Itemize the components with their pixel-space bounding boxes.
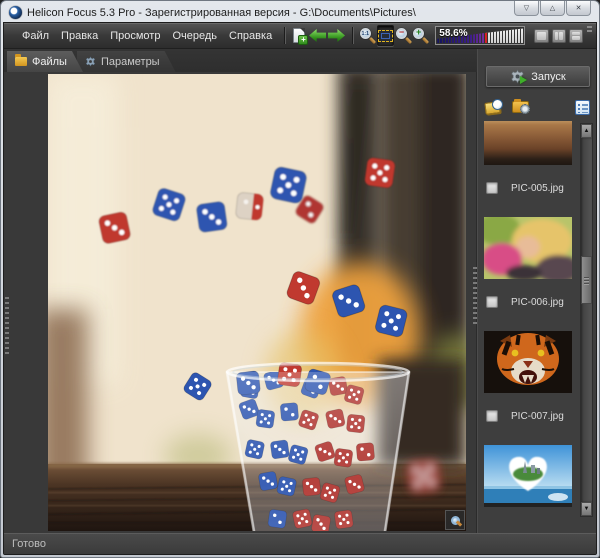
tab-parameters-label: Параметры bbox=[101, 56, 160, 68]
menu-view[interactable]: Просмотр bbox=[104, 27, 166, 45]
menu-bar: Файл Правка Просмотр Очередь Справка bbox=[4, 27, 278, 45]
fit-screen-button[interactable] bbox=[377, 25, 394, 46]
zoom-in-button[interactable]: + bbox=[413, 25, 428, 46]
title-bar[interactable]: Helicon Focus 5.3 Pro - Зарегистрированн… bbox=[3, 3, 597, 22]
layout-split-vertical-button[interactable] bbox=[552, 29, 566, 43]
gear-icon bbox=[85, 56, 96, 67]
app-body: Файл Правка Просмотр Очередь Справка 1:1… bbox=[3, 22, 597, 555]
tiger-face-thumb bbox=[484, 331, 572, 393]
thumbnail-4[interactable] bbox=[484, 445, 572, 507]
zoom-actual-button[interactable]: 1:1 bbox=[360, 25, 375, 46]
app-window: Helicon Focus 5.3 Pro - Зарегистрированн… bbox=[0, 0, 600, 558]
dice-photo bbox=[48, 74, 466, 531]
scroll-up-button[interactable]: ▲ bbox=[581, 124, 592, 138]
helicon-logo-icon bbox=[9, 6, 22, 19]
open-folder-icon[interactable] bbox=[512, 101, 529, 113]
zoom-level-value: 58.6% bbox=[439, 28, 467, 39]
zoom-navigator-button[interactable] bbox=[445, 510, 465, 530]
file-row-2: PIC-006.jpg bbox=[486, 295, 577, 309]
tab-files-label: Файлы bbox=[32, 56, 67, 68]
file-name-1: PIC-005.jpg bbox=[511, 183, 564, 194]
next-arrow-icon bbox=[328, 29, 345, 42]
maximize-button[interactable]: △ bbox=[540, 1, 565, 16]
toolbar-overflow-handle[interactable] bbox=[587, 26, 592, 40]
viewer-pane: Файлы Параметры bbox=[4, 49, 477, 533]
layout-split-horizontal-button[interactable] bbox=[569, 29, 583, 43]
next-image-button[interactable] bbox=[328, 25, 345, 46]
sidebar-splitter-handle[interactable] bbox=[473, 267, 477, 327]
file-checkbox-2[interactable] bbox=[486, 296, 498, 308]
layout-single-icon bbox=[537, 32, 545, 40]
thumbnail-3[interactable] bbox=[484, 331, 572, 393]
tab-bar: Файлы Параметры bbox=[4, 49, 477, 72]
main-content: Файлы Параметры bbox=[4, 49, 596, 533]
file-checkbox-1[interactable] bbox=[486, 182, 498, 194]
file-checkbox-3[interactable] bbox=[486, 410, 498, 422]
minimize-icon: ▽ bbox=[524, 4, 529, 12]
preview-photo bbox=[48, 74, 466, 531]
file-list-view-icon[interactable] bbox=[575, 100, 590, 115]
sidebar-toolbar bbox=[485, 97, 590, 117]
zoom-actual-icon: 1:1 bbox=[360, 28, 375, 43]
tab-parameters[interactable]: Параметры bbox=[77, 51, 176, 72]
layout-single-button[interactable] bbox=[534, 29, 548, 43]
status-bar: Готово bbox=[4, 533, 596, 554]
window-title: Helicon Focus 5.3 Pro - Зарегистрированн… bbox=[27, 7, 416, 19]
heart-cloud-thumb bbox=[484, 445, 572, 503]
zoom-level-gauge[interactable]: 58.6% bbox=[435, 26, 525, 45]
file-name-2: PIC-006.jpg bbox=[511, 297, 564, 308]
thumbnail-2[interactable] bbox=[484, 217, 572, 279]
tab-files[interactable]: Файлы bbox=[7, 51, 83, 72]
image-canvas bbox=[4, 72, 477, 533]
file-row-1: PIC-005.jpg bbox=[486, 181, 577, 195]
run-button[interactable]: Запуск bbox=[486, 66, 590, 87]
menu-queue[interactable]: Очередь bbox=[166, 27, 223, 45]
close-icon: ✕ bbox=[576, 4, 582, 12]
sidebar: Запуск PIC-005.jpg bbox=[477, 49, 596, 533]
file-name-3: PIC-007.jpg bbox=[511, 411, 564, 422]
toolbar-separator bbox=[284, 27, 285, 44]
file-list: PIC-005.jpg bbox=[484, 121, 593, 517]
scroll-down-button[interactable]: ▼ bbox=[581, 502, 592, 516]
new-project-icon bbox=[293, 28, 305, 43]
maximize-icon: △ bbox=[550, 4, 555, 12]
close-button[interactable]: ✕ bbox=[566, 1, 591, 16]
file-row-3: PIC-007.jpg bbox=[486, 409, 577, 423]
minimize-button[interactable]: ▽ bbox=[514, 1, 539, 16]
layout-split-vertical-icon bbox=[559, 32, 563, 40]
toolbar-separator bbox=[352, 27, 353, 44]
run-button-label: Запуск bbox=[531, 71, 565, 83]
prev-arrow-icon bbox=[309, 29, 326, 42]
gear-play-icon bbox=[510, 69, 525, 84]
prev-image-button[interactable] bbox=[309, 25, 326, 46]
wood-log-thumb bbox=[484, 121, 572, 165]
folder-icon bbox=[15, 57, 27, 66]
layout-split-horizontal-icon bbox=[572, 36, 580, 40]
fit-screen-icon bbox=[378, 30, 393, 42]
menu-file[interactable]: Файл bbox=[16, 27, 55, 45]
scrollbar-thumb[interactable] bbox=[581, 256, 592, 304]
status-text: Готово bbox=[12, 538, 46, 550]
zoom-out-button[interactable]: − bbox=[396, 25, 411, 46]
scroll-down-icon: ▼ bbox=[584, 506, 590, 512]
left-splitter-handle[interactable] bbox=[5, 297, 9, 357]
menu-edit[interactable]: Правка bbox=[55, 27, 104, 45]
file-list-scrollbar[interactable]: ▲ ▼ bbox=[580, 123, 593, 517]
recent-files-icon[interactable] bbox=[485, 99, 504, 115]
zoom-in-icon: + bbox=[413, 28, 428, 43]
girl-portrait-thumb bbox=[484, 217, 572, 279]
zoom-out-icon: − bbox=[396, 28, 411, 43]
toolbar: Файл Правка Просмотр Очередь Справка 1:1… bbox=[4, 23, 596, 49]
magnifier-icon bbox=[451, 516, 460, 525]
scrollbar-track[interactable] bbox=[581, 138, 592, 502]
window-controls: ▽ △ ✕ bbox=[513, 1, 591, 16]
menu-help[interactable]: Справка bbox=[223, 27, 278, 45]
thumbnail-1[interactable] bbox=[484, 121, 572, 165]
new-project-button[interactable] bbox=[292, 25, 307, 46]
scroll-up-icon: ▲ bbox=[584, 128, 590, 134]
